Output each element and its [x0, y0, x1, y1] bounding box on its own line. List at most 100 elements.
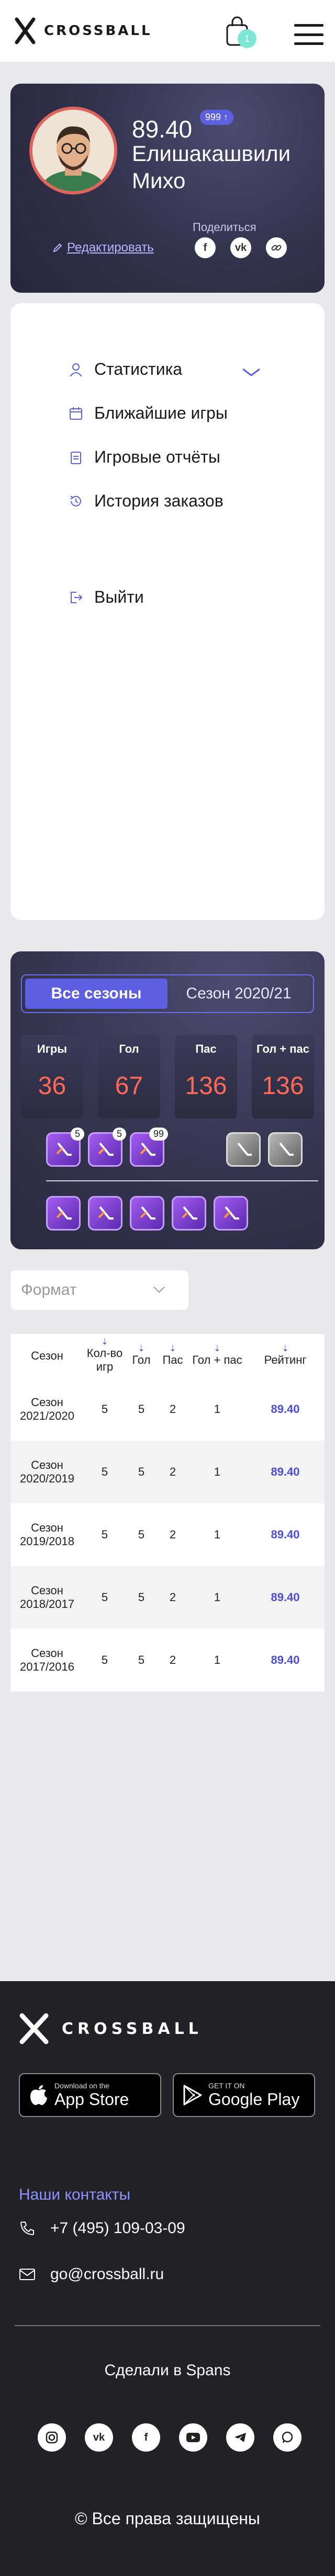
cell-goals: 5: [138, 1402, 145, 1416]
table-row[interactable]: Сезон 2018/2017 5 5 2 1 89.40: [10, 1566, 325, 1629]
stat-assists: Пас 136: [175, 1035, 237, 1119]
column-header-rating[interactable]: ⇣ Рейтинг: [246, 1345, 325, 1367]
sort-arrow-icon: ⇣: [101, 1338, 108, 1347]
table-row[interactable]: Сезон 2017/2016 5 5 2 1 89.40: [10, 1629, 325, 1692]
achievement-badge[interactable]: 5: [46, 1128, 84, 1167]
footer-logo[interactable]: CROSSBALL: [19, 2012, 203, 2045]
phone-contact[interactable]: +7 (495) 109-03-09: [19, 2220, 185, 2237]
badge-count: 5: [70, 1128, 84, 1141]
link-icon[interactable]: [266, 237, 287, 258]
telegram-glyph: [234, 2433, 246, 2442]
made-by-link[interactable]: Сделали в Spans: [0, 2362, 335, 2379]
locked-badge[interactable]: [268, 1132, 303, 1167]
chevron-down-icon[interactable]: [241, 367, 262, 377]
achievement-badge[interactable]: [172, 1196, 206, 1230]
cell-goals: 5: [138, 1465, 145, 1478]
tab-all-seasons[interactable]: Все сезоны: [25, 979, 168, 1009]
achievement-badge[interactable]: [130, 1196, 164, 1230]
stat-value: 136: [185, 1072, 227, 1100]
menu-burger-button[interactable]: [294, 24, 323, 45]
stat-value: 36: [38, 1072, 66, 1100]
achievement-badge[interactable]: [88, 1196, 122, 1230]
logo[interactable]: CROSSBALL: [15, 17, 152, 44]
share-icons: f vk: [195, 237, 287, 258]
instagram-glyph: [46, 2431, 58, 2444]
sort-arrow-icon: ⇣: [214, 1344, 221, 1353]
instagram-icon[interactable]: [38, 2423, 66, 2452]
sort-arrow-icon: ⇣: [282, 1344, 289, 1353]
cart-button[interactable]: 1: [224, 16, 256, 48]
edit-profile-link[interactable]: Редактировать: [52, 240, 154, 255]
achievement-badge[interactable]: [214, 1196, 248, 1230]
cell-games: 5: [101, 1465, 108, 1478]
cell-assists: 2: [169, 1591, 176, 1604]
burger-line: [294, 42, 323, 45]
pencil-icon: [53, 243, 62, 252]
menu-item-statistics[interactable]: Статистика: [68, 360, 260, 379]
chain-link-glyph: [271, 245, 282, 251]
logout-icon: [71, 591, 83, 603]
column-header-goals[interactable]: ⇣ Гол: [126, 1345, 157, 1367]
cell-season: Сезон 2021/2020: [20, 1396, 74, 1422]
column-header-label: Гол: [132, 1353, 151, 1366]
menu-item-game-reports[interactable]: Игровые отчёты: [68, 447, 220, 467]
copyright-text: © Все права защищены: [75, 2509, 260, 2528]
calendar-icon: [70, 407, 82, 420]
stat-value: 67: [115, 1072, 143, 1100]
facebook-icon[interactable]: f: [132, 2423, 160, 2452]
achievement-badge[interactable]: 5: [88, 1128, 126, 1167]
cell-games: 5: [101, 1402, 108, 1416]
cell-rating: 89.40: [271, 1528, 300, 1541]
achievement-badge[interactable]: [46, 1196, 81, 1230]
cell-goals-assists: 1: [214, 1528, 221, 1541]
table-row[interactable]: Сезон 2020/2019 5 5 2 1 89.40: [10, 1441, 325, 1503]
cell-assists: 2: [169, 1402, 176, 1416]
phone-icon: [20, 2222, 34, 2236]
table-header: Сезон ⇣ Кол-во игр ⇣ Гол ⇣ Пас ⇣ Гол + пас ⇣…: [10, 1334, 325, 1378]
page: CROSSBALL 1 89.40 999 ↑ Елишакашвили Мих…: [0, 0, 335, 2576]
badges-divider: [46, 1180, 318, 1181]
vk-icon[interactable]: vk: [85, 2423, 113, 2452]
google-play-text: GET IT ON Google Play: [208, 2082, 299, 2109]
format-select[interactable]: Формат: [10, 1270, 188, 1310]
cell-assists: 2: [169, 1528, 176, 1541]
whatsapp-icon[interactable]: [273, 2423, 302, 2452]
hockey-stick-icon: [98, 1206, 114, 1220]
table-body: Сезон 2021/2020 5 5 2 1 89.40 Сезон 2020…: [10, 1378, 325, 1692]
cell-goals: 5: [138, 1591, 145, 1604]
email-contact[interactable]: go@crossball.ru: [19, 2266, 164, 2283]
facebook-icon[interactable]: f: [195, 237, 216, 258]
cell-season: Сезон 2018/2017: [20, 1584, 74, 1611]
app-store-big: App Store: [54, 2089, 129, 2109]
sort-arrow-icon: ⇣: [138, 1344, 145, 1353]
stat-value: 136: [262, 1072, 304, 1100]
column-header-label: Пас: [162, 1353, 183, 1366]
menu-item-label: Статистика: [94, 360, 183, 378]
column-header-season: Сезон: [31, 1349, 63, 1362]
edit-profile-label: Редактировать: [67, 240, 154, 255]
logout-button[interactable]: Выйти: [68, 588, 144, 607]
tab-season-2020-21[interactable]: Сезон 2020/21: [168, 979, 310, 1009]
footer-logo-text: CROSSBALL: [62, 2019, 203, 2038]
burger-line: [294, 33, 323, 36]
youtube-icon[interactable]: [179, 2423, 207, 2452]
player-name: Елишакашвили Михо: [132, 141, 291, 193]
table-row[interactable]: Сезон 2021/2020 5 5 2 1 89.40: [10, 1378, 325, 1441]
menu-item-order-history[interactable]: История заказов: [68, 491, 224, 511]
menu-item-upcoming-games[interactable]: Ближайшие игры: [68, 404, 228, 423]
stat-label: Гол + пас: [256, 1042, 310, 1055]
vk-icon[interactable]: vk: [230, 237, 251, 258]
app-store-button[interactable]: Download on the App Store: [19, 2073, 161, 2117]
achievement-badge[interactable]: 99: [130, 1128, 168, 1167]
google-play-button[interactable]: GET IT ON Google Play: [173, 2073, 315, 2117]
whatsapp-glyph: [282, 2431, 293, 2443]
column-header-goals-assists[interactable]: ⇣ Гол + пас: [188, 1345, 246, 1367]
locked-badge[interactable]: [226, 1132, 261, 1167]
table-row[interactable]: Сезон 2019/2018 5 5 2 1 89.40: [10, 1503, 325, 1566]
telegram-icon[interactable]: [226, 2423, 254, 2452]
cell-games: 5: [101, 1653, 108, 1666]
column-header-label: Гол + пас: [192, 1353, 242, 1366]
column-header-assists[interactable]: ⇣ Пас: [157, 1345, 188, 1367]
column-header-games[interactable]: ⇣ Кол-во игр: [84, 1338, 126, 1374]
profile-card: 89.40 999 ↑ Елишакашвили Михо Редактиров…: [10, 84, 325, 293]
